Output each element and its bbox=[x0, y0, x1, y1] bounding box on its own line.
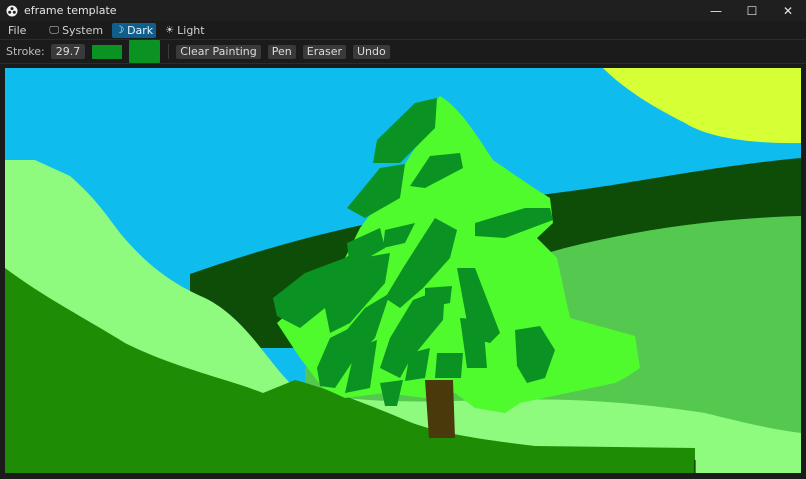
stroke-width-drag-value[interactable]: 29.7 bbox=[50, 44, 86, 59]
sun-shape bbox=[603, 68, 801, 144]
file-menu[interactable]: File bbox=[8, 24, 26, 37]
theme-system-button[interactable]: 🖵 System bbox=[46, 23, 106, 38]
theme-dark-label: Dark bbox=[127, 23, 154, 37]
maximize-button[interactable]: ☐ bbox=[734, 0, 770, 21]
stroke-color-swatch[interactable] bbox=[92, 44, 123, 59]
sun-icon: ☀ bbox=[165, 24, 175, 36]
painting-canvas[interactable] bbox=[5, 68, 801, 473]
eraser-button[interactable]: Eraser bbox=[302, 44, 346, 59]
minimize-button[interactable]: — bbox=[698, 0, 734, 21]
theme-dark-button[interactable]: ☽ Dark bbox=[112, 22, 157, 38]
title-bar: eframe template — ☐ ✕ bbox=[0, 0, 806, 21]
window-controls: — ☐ ✕ bbox=[698, 0, 806, 21]
monitor-icon: 🖵 bbox=[49, 24, 60, 36]
theme-light-label: Light bbox=[177, 23, 205, 37]
paint-toolbar: Stroke: 29.7 Clear Painting Pen Eraser U… bbox=[0, 40, 806, 64]
app-logo-icon bbox=[6, 5, 18, 16]
theme-system-label: System bbox=[62, 23, 104, 37]
clear-painting-button[interactable]: Clear Painting bbox=[176, 44, 261, 59]
painting-svg bbox=[5, 68, 801, 473]
window-title: eframe template bbox=[24, 4, 117, 17]
toolbar-separator bbox=[168, 44, 170, 59]
close-button[interactable]: ✕ bbox=[770, 0, 806, 21]
undo-button[interactable]: Undo bbox=[352, 44, 390, 59]
stroke-preview bbox=[129, 40, 161, 63]
theme-light-button[interactable]: ☀ Light bbox=[162, 23, 207, 38]
tree-stroke bbox=[435, 353, 463, 378]
stroke-label: Stroke: bbox=[6, 45, 45, 58]
moon-icon: ☽ bbox=[115, 24, 125, 36]
pen-button[interactable]: Pen bbox=[267, 44, 296, 59]
menu-bar: File 🖵 System ☽ Dark ☀ Light bbox=[0, 21, 806, 40]
tree-trunk bbox=[425, 380, 455, 438]
